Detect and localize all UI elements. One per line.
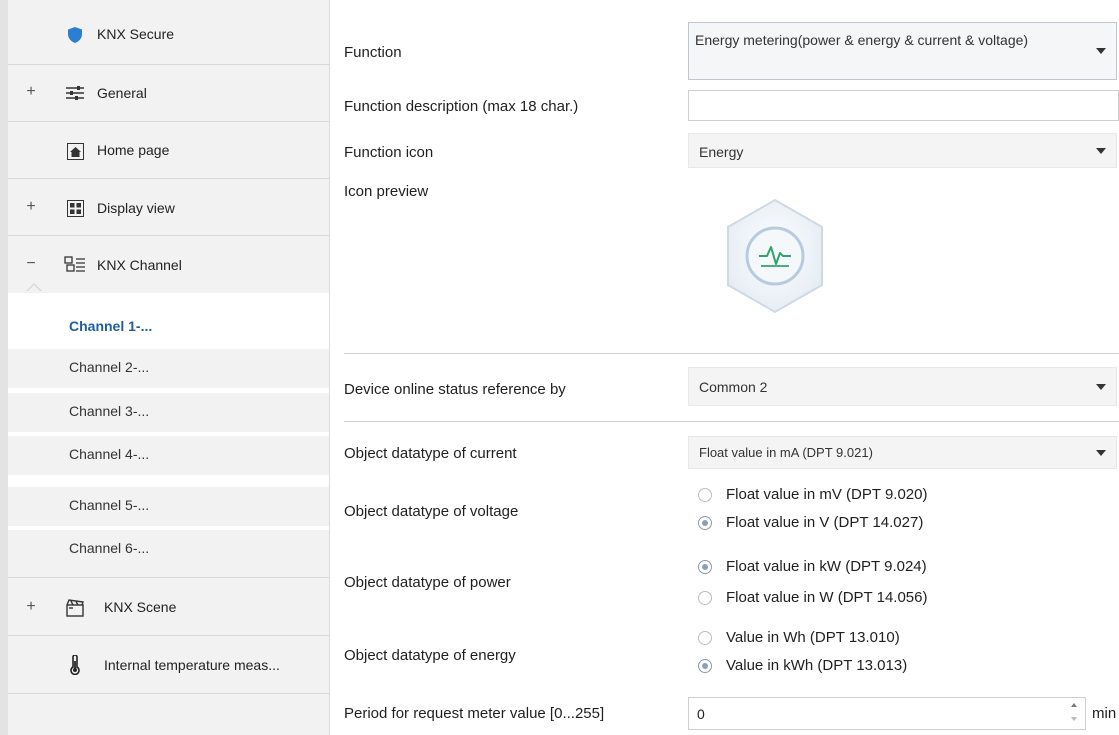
sidebar-item-display-view[interactable]: + Display view [8,179,329,236]
function-label: Function [344,44,402,61]
current-datatype-value: Float value in mA (DPT 9.021) [699,445,873,460]
expand-toggle[interactable]: + [24,598,38,616]
function-icon-value: Energy [699,144,744,160]
sidebar-item-label: KNX Channel [97,257,182,273]
sidebar-divider [329,0,330,735]
request-period-value: 0 [697,706,705,722]
radio-button-selected[interactable] [698,658,712,673]
sidebar-channel-item[interactable]: Channel 1-... [8,308,330,347]
radio-button-selected[interactable] [698,515,712,530]
voltage-option-mv[interactable]: Float value in mV (DPT 9.020) [698,486,927,503]
scene-icon [64,598,86,618]
energy-option-kwh[interactable]: Value in kWh (DPT 13.013) [698,657,907,674]
display-grid-icon [64,198,86,218]
online-status-select[interactable]: Common 2 [688,367,1117,406]
radio-button[interactable] [698,590,712,605]
function-description-input[interactable] [688,90,1119,121]
sidebar-item-label: General [97,85,147,101]
function-value: Energy metering(power & energy & current… [695,32,1029,48]
icon-preview-label: Icon preview [344,183,429,200]
collapse-toggle[interactable]: − [24,255,38,273]
radio-button[interactable] [698,630,712,645]
channel-label: Channel 3-... [69,403,150,419]
sidebar-item-label: Home page [97,142,170,158]
current-datatype-label: Object datatype of current [344,445,517,462]
thermometer-icon [64,655,86,675]
chevron-down-icon [1096,449,1106,456]
voltage-datatype-label: Object datatype of voltage [344,503,519,520]
sidebar-item-label: KNX Secure [97,26,175,42]
expand-toggle[interactable]: + [24,198,38,216]
sidebar-empty-area [8,694,329,735]
spin-down-icon[interactable] [1071,717,1077,721]
channel-label: Channel 2-... [69,359,150,375]
sidebar-channel-item[interactable]: Channel 4-... [8,436,329,475]
section-divider [344,353,1119,354]
expand-toggle[interactable]: + [24,83,38,101]
online-status-label: Device online status reference by [344,381,566,398]
sidebar-channel-item[interactable]: Channel 2-... [8,349,329,388]
energy-pulse-icon [722,196,828,316]
tree-pointer-fill [27,285,41,292]
sidebar-channel-item[interactable]: Channel 5-... [8,487,329,526]
channel-icon [64,254,86,274]
energy-datatype-label: Object datatype of energy [344,647,516,664]
sidebar-item-home-page[interactable]: Home page [8,122,329,179]
sidebar-item-knx-secure[interactable]: KNX Secure [8,0,329,65]
radio-label: Float value in W (DPT 14.056) [726,589,928,606]
radio-label: Value in Wh (DPT 13.010) [726,629,900,646]
sidebar-edge [0,0,8,735]
channel-label: Channel 4-... [69,446,150,462]
voltage-option-v[interactable]: Float value in V (DPT 14.027) [698,514,923,531]
function-icon-label: Function icon [344,144,434,161]
sidebar-item-label: Internal temperature meas... [104,657,280,673]
function-description-label: Function description (max 18 char.) [344,98,579,115]
radio-button-selected[interactable] [698,559,712,574]
home-icon [64,141,86,161]
sidebar-item-label: KNX Scene [104,599,177,615]
chevron-down-icon [1096,147,1106,154]
channel-label: Channel 1-... [69,318,153,334]
radio-label: Float value in V (DPT 14.027) [726,514,924,531]
sidebar-channel-item[interactable]: Channel 6-... [8,530,329,578]
power-option-kw[interactable]: Float value in kW (DPT 9.024) [698,558,927,575]
sidebar-item-internal-temperature[interactable]: Internal temperature meas... [8,636,329,694]
power-datatype-label: Object datatype of power [344,574,511,591]
function-icon-select[interactable]: Energy [688,133,1117,168]
request-period-label: Period for request meter value [0...255] [344,705,605,722]
chevron-down-icon [1096,383,1106,390]
channel-label: Channel 6-... [69,540,150,556]
channel-label: Channel 5-... [69,497,150,513]
sliders-icon [64,83,86,103]
request-period-unit: min [1092,705,1117,722]
sidebar: KNX Secure + General Home page + Display… [0,0,330,735]
sidebar-item-knx-channel[interactable]: − KNX Channel [8,236,329,293]
radio-label: Value in kWh (DPT 13.013) [726,657,908,674]
sidebar-item-knx-scene[interactable]: + KNX Scene [8,578,329,636]
power-option-w[interactable]: Float value in W (DPT 14.056) [698,589,927,606]
section-divider [344,421,1119,422]
spin-up-icon[interactable] [1071,703,1077,707]
request-period-input[interactable]: 0 [688,697,1086,730]
sidebar-item-label: Display view [97,200,175,216]
chevron-down-icon [1096,48,1106,54]
radio-button[interactable] [698,487,712,502]
energy-option-wh[interactable]: Value in Wh (DPT 13.010) [698,629,900,646]
radio-label: Float value in kW (DPT 9.024) [726,558,927,575]
radio-label: Float value in mV (DPT 9.020) [726,486,928,503]
sidebar-item-general[interactable]: + General [8,65,329,122]
online-status-value: Common 2 [699,379,768,395]
current-datatype-select[interactable]: Float value in mA (DPT 9.021) [688,436,1117,469]
shield-icon [64,25,86,45]
sidebar-channel-item[interactable]: Channel 3-... [8,393,329,432]
function-select[interactable]: Energy metering(power & energy & current… [688,22,1117,80]
